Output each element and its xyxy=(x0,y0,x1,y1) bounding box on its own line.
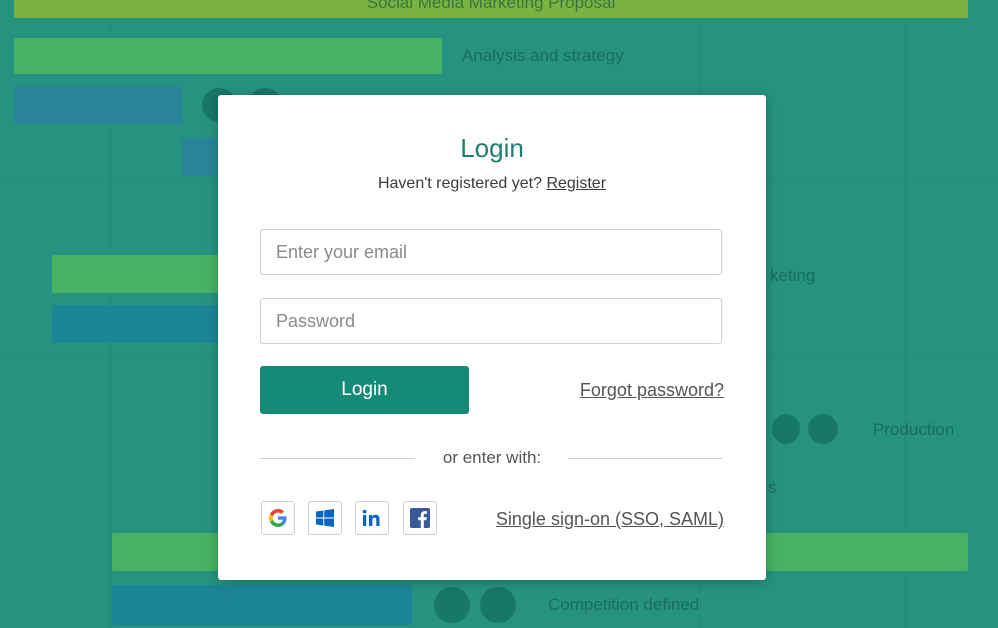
login-modal: Login Haven't registered yet? Register L… xyxy=(218,95,766,580)
google-icon xyxy=(269,509,287,527)
register-prompt-text: Haven't registered yet? xyxy=(377,175,542,192)
register-link[interactable]: Register xyxy=(546,175,606,192)
linkedin-icon xyxy=(362,509,380,526)
modal-title: Login xyxy=(460,133,524,163)
register-prompt: Haven't registered yet? Register xyxy=(218,175,766,193)
divider-line xyxy=(568,458,722,459)
facebook-login-button[interactable] xyxy=(403,501,437,535)
google-login-button[interactable] xyxy=(261,501,295,535)
password-field[interactable] xyxy=(260,298,722,344)
login-button[interactable]: Login xyxy=(260,366,469,414)
email-field[interactable] xyxy=(260,229,722,275)
windows-icon xyxy=(316,509,334,527)
facebook-icon xyxy=(410,508,430,528)
windows-login-button[interactable] xyxy=(308,501,342,535)
linkedin-login-button[interactable] xyxy=(355,501,389,535)
sso-link[interactable]: Single sign-on (SSO, SAML) xyxy=(496,509,724,530)
forgot-password-link[interactable]: Forgot password? xyxy=(580,380,724,401)
